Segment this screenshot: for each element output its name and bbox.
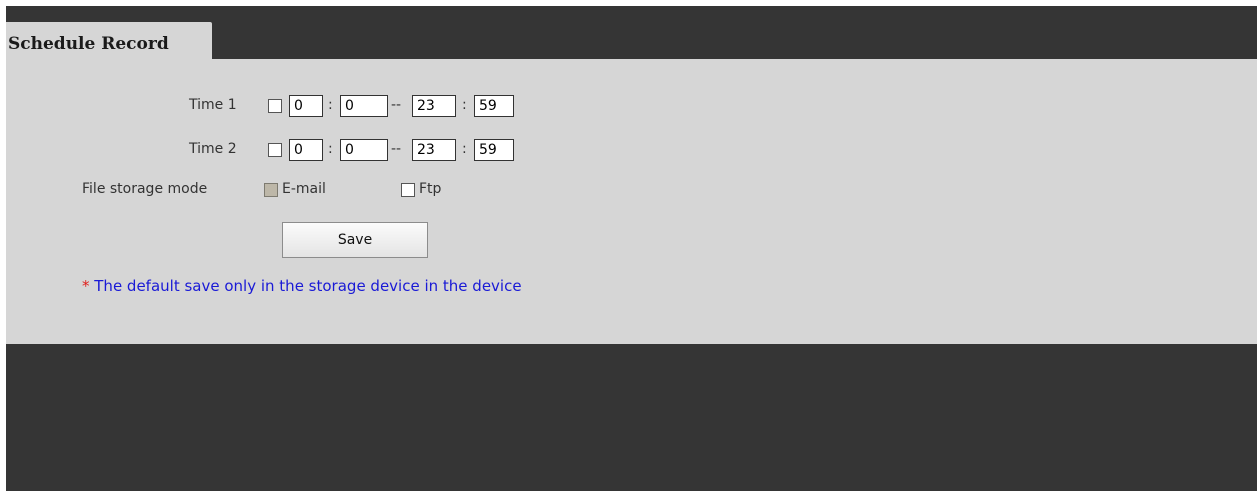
range-separator: -- — [391, 97, 402, 113]
time-1-end-hour-input[interactable] — [412, 95, 456, 117]
time-separator: : — [328, 141, 333, 157]
schedule-record-panel: Time 1 : -- : Time 2 : -- : File storage… — [6, 59, 1257, 344]
time-1-end-minute-input[interactable] — [474, 95, 514, 117]
time-1-label: Time 1 — [189, 97, 237, 113]
time-1-start-hour-input[interactable] — [289, 95, 323, 117]
time-1-start-minute-input[interactable] — [340, 95, 388, 117]
email-checkbox — [264, 183, 278, 197]
time-row-2: Time 2 : -- : — [6, 138, 606, 162]
note-marker: * — [82, 277, 90, 295]
time-separator: : — [462, 97, 467, 113]
app-frame: Schedule Record Time 1 : -- : Time 2 : -… — [6, 6, 1257, 491]
time-2-end-hour-input[interactable] — [412, 139, 456, 161]
tab-title: Schedule Record — [8, 34, 169, 54]
email-option-label: E-mail — [282, 181, 326, 197]
file-storage-mode-label: File storage mode — [82, 181, 208, 197]
time-2-label: Time 2 — [189, 141, 237, 157]
time-1-enable-checkbox[interactable] — [268, 99, 282, 113]
time-2-start-hour-input[interactable] — [289, 139, 323, 161]
ftp-checkbox[interactable] — [401, 183, 415, 197]
note-text: The default save only in the storage dev… — [89, 277, 522, 295]
time-separator: : — [462, 141, 467, 157]
time-2-start-minute-input[interactable] — [340, 139, 388, 161]
range-separator: -- — [391, 141, 402, 157]
time-separator: : — [328, 97, 333, 113]
default-storage-note: * The default save only in the storage d… — [82, 277, 522, 295]
file-storage-mode-row: File storage mode E-mail Ftp — [6, 178, 606, 202]
ftp-option-label: Ftp — [419, 181, 442, 197]
time-2-end-minute-input[interactable] — [474, 139, 514, 161]
time-row-1: Time 1 : -- : — [6, 94, 606, 118]
save-button[interactable]: Save — [282, 222, 428, 258]
time-2-enable-checkbox[interactable] — [268, 143, 282, 157]
